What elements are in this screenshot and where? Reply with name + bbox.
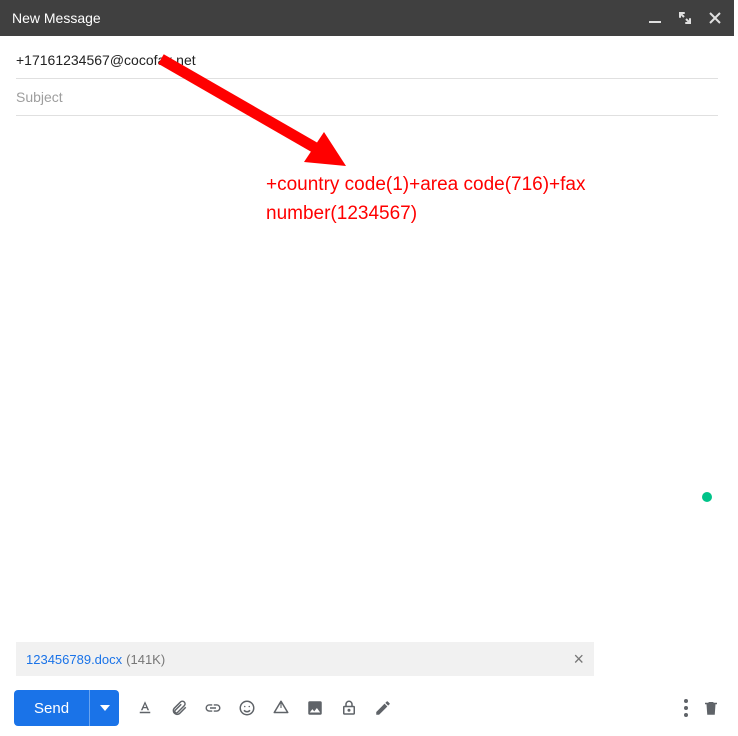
send-options-button[interactable] [89, 690, 119, 726]
attachment-size: (141K) [126, 652, 165, 667]
presence-indicator-icon [702, 492, 712, 502]
attachment-filename: 123456789.docx [26, 652, 122, 667]
more-options-icon[interactable] [684, 699, 688, 717]
send-group: Send [14, 690, 119, 726]
window-title: New Message [12, 10, 648, 26]
insert-emoji-icon[interactable] [237, 698, 257, 718]
compose-toolbar: Send [0, 684, 734, 736]
annotation-line-2: number(1234567) [266, 200, 666, 229]
insert-drive-icon[interactable] [271, 698, 291, 718]
header-fields: +17161234567@cocofax.net Subject [0, 36, 734, 116]
subject-field[interactable]: Subject [16, 79, 718, 116]
discard-draft-icon[interactable] [702, 699, 720, 717]
to-field[interactable]: +17161234567@cocofax.net [16, 42, 718, 79]
toolbar-right [684, 699, 720, 717]
format-text-icon[interactable] [135, 698, 155, 718]
compose-window: New Message +17161234567@cocofax.net Sub… [0, 0, 734, 736]
confidential-mode-icon[interactable] [339, 698, 359, 718]
minimize-icon[interactable] [648, 11, 662, 25]
insert-photo-icon[interactable] [305, 698, 325, 718]
annotation-line-1: +country code(1)+area code(716)+fax [266, 171, 666, 200]
insert-signature-icon[interactable] [373, 698, 393, 718]
chevron-down-icon [100, 705, 110, 711]
message-body[interactable]: +country code(1)+area code(716)+fax numb… [0, 116, 734, 642]
attach-file-icon[interactable] [169, 698, 189, 718]
fullscreen-icon[interactable] [678, 11, 692, 25]
close-icon[interactable] [708, 11, 722, 25]
attachment-remove-icon[interactable]: × [573, 650, 584, 668]
annotation-text: +country code(1)+area code(716)+fax numb… [266, 171, 666, 228]
send-button[interactable]: Send [14, 690, 89, 726]
formatting-icons [135, 698, 393, 718]
insert-link-icon[interactable] [203, 698, 223, 718]
window-controls [648, 11, 722, 25]
titlebar: New Message [0, 0, 734, 36]
attachment-chip[interactable]: 123456789.docx (141K) × [16, 642, 594, 676]
